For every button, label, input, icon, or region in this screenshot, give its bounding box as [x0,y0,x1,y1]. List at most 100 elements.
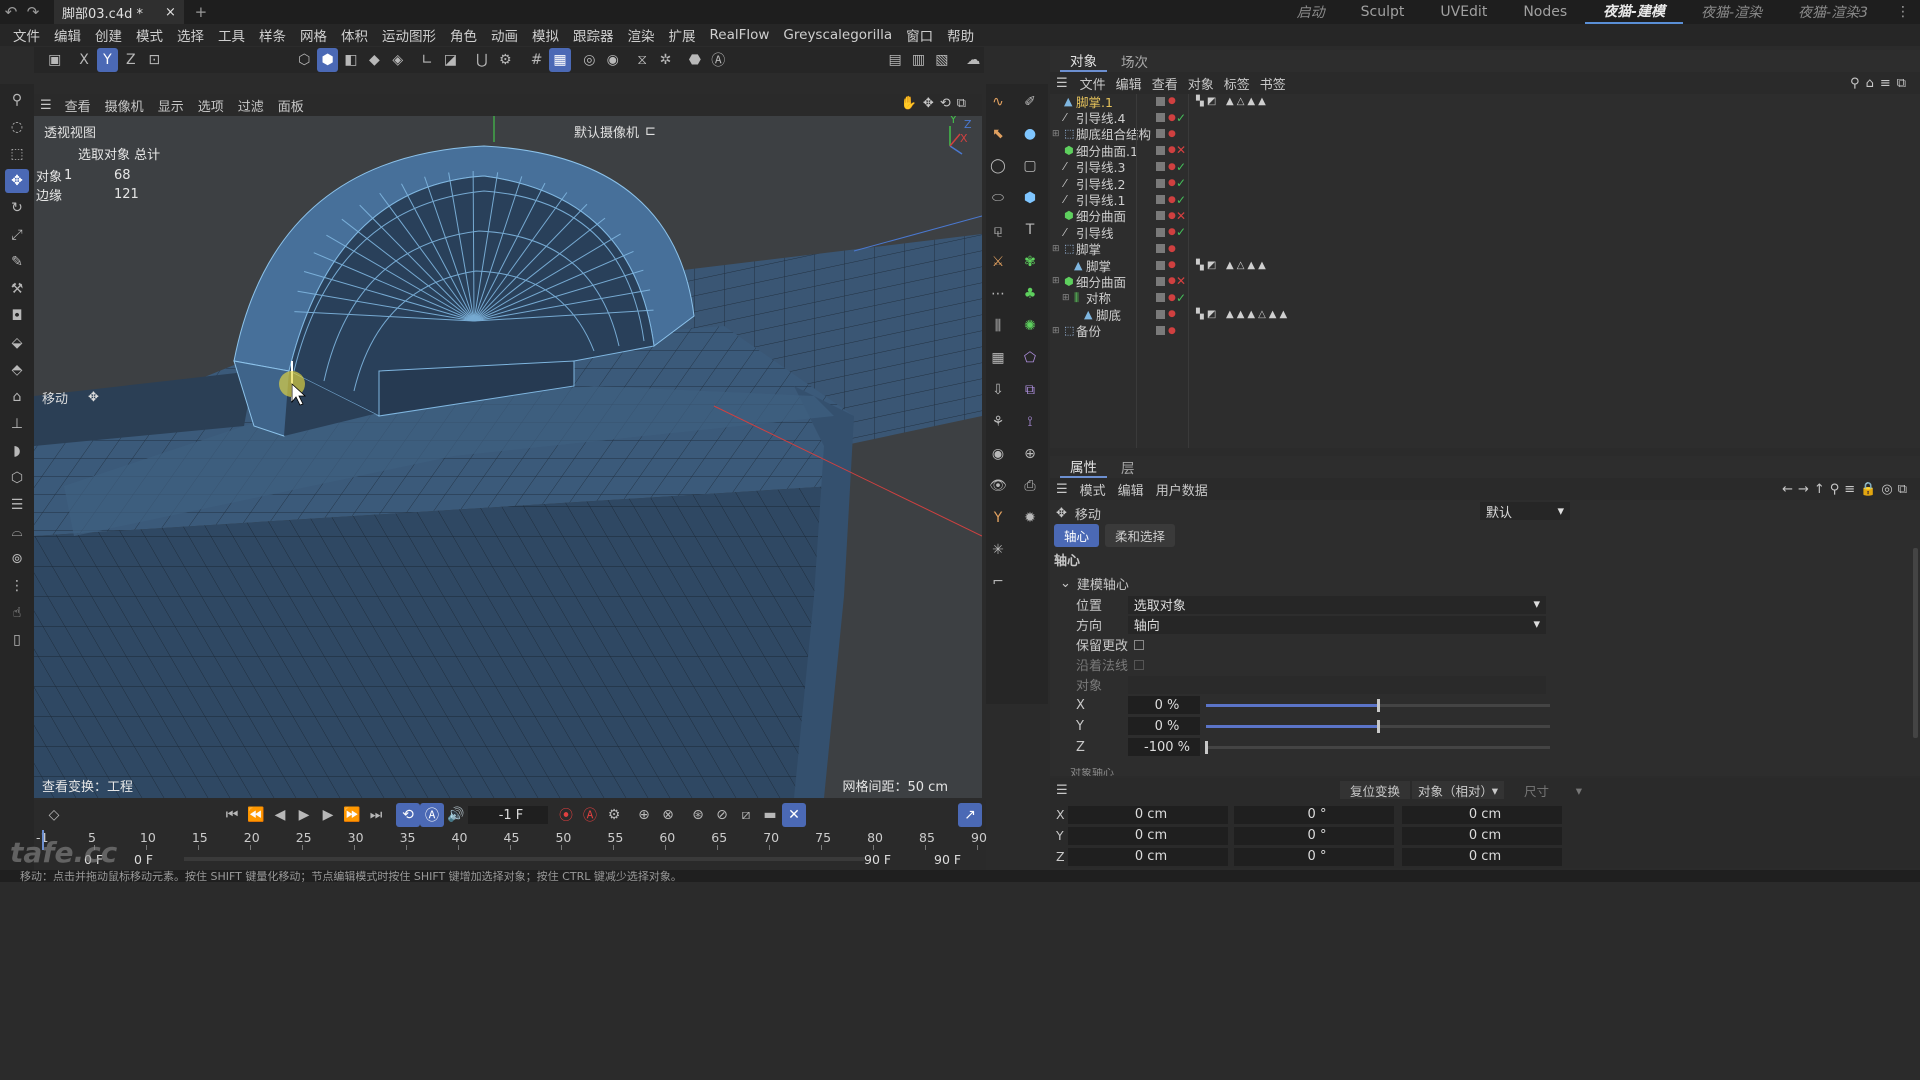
object-menu-item[interactable]: 对象 [1188,74,1214,93]
prev-key-icon[interactable]: ⏪ [244,803,268,827]
visibility-dot-icon[interactable]: ● [1168,96,1176,106]
knife-icon[interactable]: ⚒ [5,277,29,301]
loop-icon[interactable]: ⋯ [986,282,1010,306]
attribute-subtab[interactable]: 柔和选择 [1105,524,1176,547]
layout-tab[interactable]: 夜猫-渲染 [1683,0,1780,24]
extrude-gen-icon[interactable]: ⬭ [986,186,1010,210]
coord-size-field[interactable]: 0 cm [1402,826,1562,845]
visibility-dot-icon[interactable]: ● [1168,326,1176,336]
scale-key-icon[interactable]: ⊛ [686,803,710,827]
reset-transform-button[interactable]: 复位变换 [1340,781,1410,799]
selection-tags[interactable]: ▲▲▲△▲▲ [1226,309,1290,320]
disabled-x-icon[interactable]: ✕ [1176,274,1186,288]
layout-tab[interactable]: UVEdit [1422,0,1505,24]
volume-icon[interactable]: ⧉ [1018,378,1042,402]
menu-item[interactable]: 网格 [293,25,334,45]
menu-item[interactable]: 工具 [211,25,252,45]
live-select-icon[interactable]: ◌ [5,115,29,139]
object-row[interactable]: ⊞ ⬚ 脚掌 ● [1050,241,1920,257]
layout-tab[interactable]: 夜猫-建模 [1585,0,1683,24]
next-key-icon[interactable]: ⏩ [340,803,364,827]
scale-tool-icon[interactable]: ⤢ [5,223,29,247]
play-icon[interactable]: ▶ [292,803,316,827]
viewport-nav-icons[interactable]: ✋✥⟲⧉ [901,96,972,111]
next-frame-icon[interactable]: ▶ [316,803,340,827]
null-object-icon[interactable]: ◯ [986,154,1010,178]
attribute-scrollbar[interactable] [1913,548,1918,738]
coord-rot-field[interactable]: 0 ° [1234,826,1394,845]
render-settings-icon[interactable]: ▧ [931,48,952,72]
render-region-icon[interactable]: ▤ [884,48,905,72]
menu-item[interactable]: 模拟 [525,25,566,45]
paint-icon[interactable]: ⚘ [986,410,1010,434]
brush-icon[interactable]: ✎ [5,250,29,274]
object-row[interactable]: ⊞ ⬚ 备份 ● [1050,322,1920,339]
layer-swatch[interactable] [1156,293,1165,303]
object-row[interactable]: ⬢ 细分曲面 ● ✕ [1050,208,1920,225]
text-icon[interactable]: T [1018,218,1042,242]
disabled-x-icon[interactable]: ✕ [1176,143,1186,157]
keep-changes-checkbox[interactable] [1134,639,1145,650]
menu-item[interactable]: 角色 [443,25,484,45]
menu-item[interactable]: 创建 [88,25,129,45]
texture-tag-icon[interactable]: ▚ ◩ [1196,309,1216,320]
object-menu-item[interactable]: 标签 [1224,74,1250,93]
coordinate-system-icon[interactable]: ⊡ [144,48,165,72]
object-row[interactable]: ⬢ 细分曲面.1 ● ✕ [1050,142,1920,159]
camera-label[interactable]: 默认摄像机 ⊏ [574,122,656,141]
attribute-tab[interactable]: 属性 [1060,456,1107,478]
attribute-nav-icons[interactable]: ←→↑⚲≡🔒◎⧉ [1782,482,1912,497]
box-select-icon[interactable]: ⬚ [5,142,29,166]
menu-item[interactable]: 扩展 [662,25,703,45]
axis-y-button[interactable]: Y [96,48,119,72]
timeline-settings-icon[interactable]: ▬ [758,803,782,827]
visibility-icon[interactable]: 👁 [986,474,1010,498]
axis-value-field[interactable]: 0 % [1128,696,1200,714]
along-normal-checkbox[interactable] [1134,659,1145,670]
menu-item[interactable]: 文件 [6,25,47,45]
render-view-icon[interactable]: ⬣ [684,48,705,72]
range-slider[interactable] [184,857,864,861]
grid-icon[interactable]: # [526,48,547,72]
mirror-icon[interactable]: ⧖ [631,48,652,72]
enabled-check-icon[interactable]: ✓ [1176,225,1186,239]
extrude-icon[interactable]: ⬙ [5,331,29,355]
viewport-menu-item[interactable]: 查看 [65,96,91,115]
object-row[interactable]: ▲ 脚掌.1 ● ▚ ◩ ▲△▲▲ [1050,93,1920,110]
menu-item[interactable]: RealFlow [703,27,777,43]
preset-dropdown[interactable]: 默认 ▾ [1480,502,1570,521]
knife-tool-icon[interactable]: ⚔ [986,250,1010,274]
enabled-check-icon[interactable]: ✓ [1176,160,1186,174]
visibility-dot-icon[interactable]: ● [1168,178,1176,188]
weight-icon[interactable]: ▦ [986,346,1010,370]
visibility-dot-icon[interactable]: ● [1168,227,1176,237]
layer-swatch[interactable] [1156,145,1165,155]
workplane-icon[interactable]: ▦ [549,48,571,72]
enabled-check-icon[interactable]: ✓ [1176,291,1186,305]
coord-size-field[interactable]: 0 cm [1402,847,1562,866]
sound-icon[interactable]: 🔊 [444,803,468,827]
soft-selection-icon[interactable]: ◎ [579,48,600,72]
spline-pen-icon[interactable]: ∿ [986,90,1010,114]
disabled-x-icon[interactable]: ✕ [1176,209,1186,223]
document-tab[interactable]: 脚部03.c4d * × [54,0,184,24]
layer-swatch[interactable] [1156,96,1165,106]
range-max[interactable]: 90 F [864,852,891,867]
object-row[interactable]: ⊞ ⬢ 细分曲面 ● ✕ [1050,273,1920,290]
coord-size-field[interactable]: 0 cm [1402,805,1562,824]
layout-tab[interactable]: Nodes [1505,0,1585,24]
expand-icon[interactable]: ⊞ [1062,293,1070,303]
field-icon[interactable]: ⟟ [1018,410,1042,434]
object-row[interactable]: ⁄ 引导线 ● ✓ [1050,224,1920,241]
axis-slider-knob[interactable] [1377,699,1380,712]
layer-swatch[interactable] [1156,326,1165,336]
menu-item[interactable]: 样条 [252,25,293,45]
split-view-icon[interactable]: ⫼ [986,314,1010,338]
object-tab[interactable]: 场次 [1111,50,1158,72]
more-icon[interactable]: ⋮ [1886,0,1920,24]
object-row[interactable]: ⊞ ⬚ 脚底组合结构 ● [1050,126,1920,142]
bevel-icon[interactable]: ⬘ [5,358,29,382]
viewport-menu-item[interactable]: 过滤 [238,96,264,115]
go-to-end-icon[interactable]: ⏭ [364,803,388,827]
move-tool-icon[interactable]: ✥ [5,169,29,193]
